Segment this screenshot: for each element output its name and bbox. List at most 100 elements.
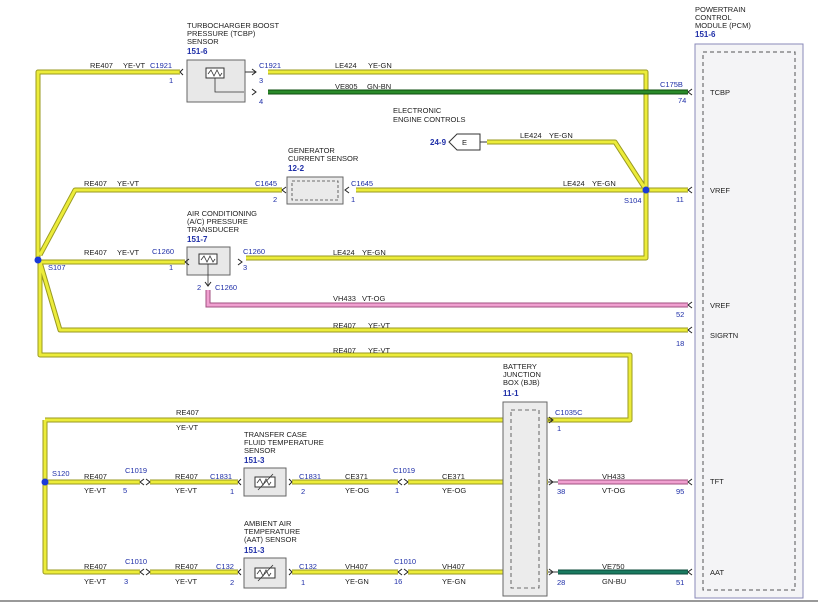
conn-c1645-right: C1645 xyxy=(351,179,373,188)
tcbp-ref[interactable]: 151-6 xyxy=(187,47,208,56)
pcm-pin-arrows xyxy=(687,88,693,576)
pin-c1010-16: 16 xyxy=(394,577,402,586)
wire-acp-right-color: YE-GN xyxy=(362,248,386,257)
wire-tcbp-sig-circuit: VE805 xyxy=(335,82,358,91)
wire-tft-5-circuit: VH433 xyxy=(602,472,625,481)
acp-name-3: TRANSDUCER xyxy=(187,225,240,234)
pin-c1035c-1: 1 xyxy=(557,424,561,433)
aat-sensor xyxy=(243,557,287,589)
pcm-pin-label-vref-1: VREF xyxy=(710,186,730,195)
conn-c1260-right: C1260 xyxy=(243,247,265,256)
wire-gcs-right-circuit: LE424 xyxy=(563,179,585,188)
acp-ref[interactable]: 151-7 xyxy=(187,235,208,244)
wire-tcbp-left-color: YE-VT xyxy=(123,61,146,70)
wire-acp-left-circuit: RE407 xyxy=(84,248,107,257)
conn-c132-right: C132 xyxy=(299,562,317,571)
pcm-pin-label-tcbp: TCBP xyxy=(710,88,730,97)
wire-aat-1-color: YE-VT xyxy=(84,577,107,586)
bjb-arrows xyxy=(548,416,554,576)
bjb-stubs xyxy=(548,419,558,573)
conn-c1260-left: C1260 xyxy=(152,247,174,256)
wire-aat-3-color: YE-GN xyxy=(345,577,369,586)
wire-acp-signal xyxy=(205,290,688,308)
wire-tft-2-circuit: RE407 xyxy=(175,472,198,481)
tcft-sensor xyxy=(243,467,287,497)
tcft-ref[interactable]: 151-3 xyxy=(244,456,265,465)
splice-s104-label: S104 xyxy=(624,196,642,205)
pin-c1260-3: 3 xyxy=(243,263,247,272)
conn-c1831-right: C1831 xyxy=(299,472,321,481)
splice-s120 xyxy=(41,478,49,486)
acp-sensor xyxy=(186,246,231,285)
wire-tcbp-le424-circuit: LE424 xyxy=(335,61,357,70)
pin-c175b-74: 74 xyxy=(678,96,686,105)
bjb-name-3: BOX (BJB) xyxy=(503,378,540,387)
aat-ref[interactable]: 151-3 xyxy=(244,546,265,555)
wire-long-circuit: RE407 xyxy=(333,346,356,355)
pin-c132-1: 1 xyxy=(301,578,305,587)
pcm-name-3: MODULE (PCM) xyxy=(695,21,751,30)
pin-c1921-1: 1 xyxy=(169,76,173,85)
bjb-box xyxy=(502,401,548,597)
wire-gcs-right-color: YE-GN xyxy=(592,179,616,188)
pin-sigrtn-18: 18 xyxy=(676,339,684,348)
pin-bjb-28: 28 xyxy=(557,578,565,587)
bjb-ref[interactable]: 11-1 xyxy=(503,389,519,398)
wire-tft-3-color: YE-OG xyxy=(345,486,369,495)
pcm-ref[interactable]: 151-6 xyxy=(695,30,716,39)
wire-eec-color: YE-GN xyxy=(549,131,573,140)
wire-tft-1-circuit: RE407 xyxy=(84,472,107,481)
pin-c1645-1: 1 xyxy=(351,195,355,204)
wire-tcbp-le424-color: YE-GN xyxy=(368,61,392,70)
wire-tft-4-color: YE-OG xyxy=(442,486,466,495)
pin-c1921-4: 4 xyxy=(259,97,263,106)
wire-aat-5-color: GN-BU xyxy=(602,577,626,586)
wire-eec-circuit: LE424 xyxy=(520,131,542,140)
wire-sigrtn-color: YE-VT xyxy=(368,321,391,330)
eec-name-2: ENGINE CONTROLS xyxy=(393,115,466,124)
conn-c1831-left: C1831 xyxy=(210,472,232,481)
wire-tft-5-color: VT-OG xyxy=(602,486,626,495)
pcm-pin-label-vref-2: VREF xyxy=(710,301,730,310)
splice-s104 xyxy=(642,186,650,194)
pin-c1921-3: 3 xyxy=(259,76,263,85)
pin-aat-51: 51 xyxy=(676,578,684,587)
pin-vref-52: 52 xyxy=(676,310,684,319)
pcm-pin-label-aat: AAT xyxy=(710,568,724,577)
wiring-diagram: POWERTRAIN CONTROL MODULE (PCM) 151-6 TC… xyxy=(0,5,818,602)
wire-aat-2-color: YE-VT xyxy=(175,577,198,586)
conn-c1921-right: C1921 xyxy=(259,61,281,70)
wire-tft-3-circuit: CE371 xyxy=(345,472,368,481)
eec-tag: E xyxy=(462,138,467,147)
gcs-sensor xyxy=(286,176,344,205)
wire-s120-top-circuit: RE407 xyxy=(176,408,199,417)
conn-c1260-bottom: C1260 xyxy=(215,283,237,292)
conn-c1019-left: C1019 xyxy=(125,466,147,475)
eec-ref[interactable]: 24-9 xyxy=(430,138,447,147)
pin-c1831-2: 2 xyxy=(301,487,305,496)
wire-sigrtn-circuit: RE407 xyxy=(333,321,356,330)
conn-c1010-left: C1010 xyxy=(125,557,147,566)
conn-c1019-right: C1019 xyxy=(393,466,415,475)
wire-gcs-left-circuit: RE407 xyxy=(84,179,107,188)
pin-c1260-2: 2 xyxy=(197,283,201,292)
gcs-ref[interactable]: 12-2 xyxy=(288,164,305,173)
pin-c132-2: 2 xyxy=(230,578,234,587)
wire-aat-3-circuit: VH407 xyxy=(345,562,368,571)
wire-aat-4-color: YE-GN xyxy=(442,577,466,586)
pin-c1260-1: 1 xyxy=(169,263,173,272)
tcbp-name-3: SENSOR xyxy=(187,37,219,46)
wire-tft-2-color: YE-VT xyxy=(175,486,198,495)
wire-tcbp-sig-color: GN-BN xyxy=(367,82,391,91)
wire-tft-1-color: YE-VT xyxy=(84,486,107,495)
tcbp-sensor xyxy=(186,59,256,103)
wire-gcs-left-color: YE-VT xyxy=(117,179,140,188)
pcm-pin-label-sigrtn: SIGRTN xyxy=(710,331,738,340)
pin-c1831-1: 1 xyxy=(230,487,234,496)
splice-s107 xyxy=(34,256,42,264)
wire-aat-1-circuit: RE407 xyxy=(84,562,107,571)
wire-aat-4-circuit: VH407 xyxy=(442,562,465,571)
wire-aat-2-circuit: RE407 xyxy=(175,562,198,571)
pcm-module xyxy=(694,43,804,599)
pin-c1010-3: 3 xyxy=(124,577,128,586)
